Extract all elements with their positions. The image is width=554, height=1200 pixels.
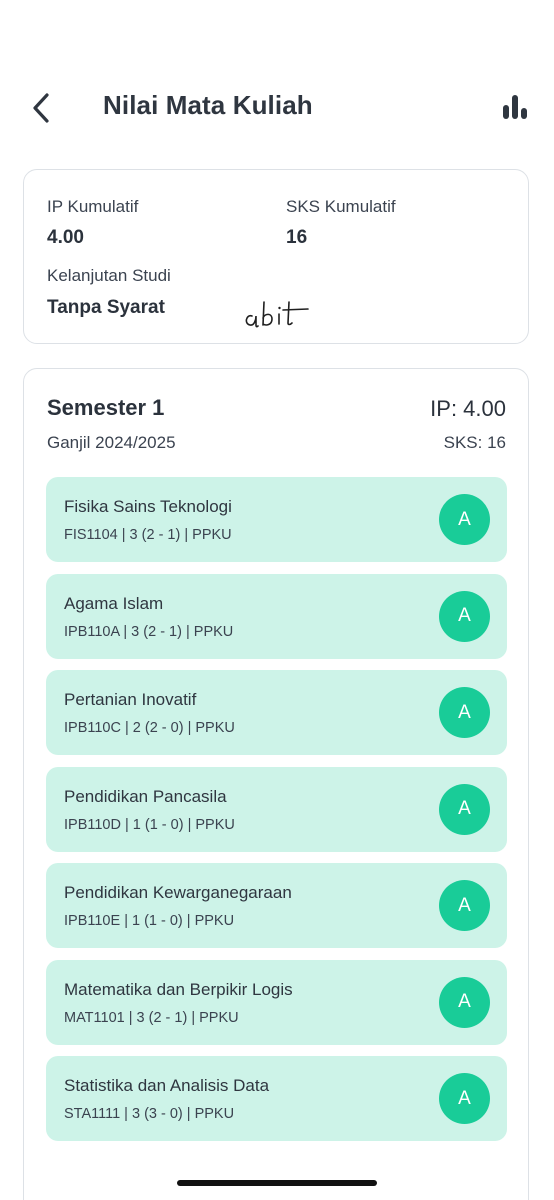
course-item[interactable]: Agama Islam IPB110A | 3 (2 - 1) | PPKU A [46,573,507,659]
course-meta: IPB110C | 2 (2 - 0) | PPKU [64,720,235,736]
bar-chart-icon [503,95,527,119]
course-meta: STA1111 | 3 (3 - 0) | PPKU [64,1106,235,1122]
semester-title: Semester 1 [47,395,165,420]
app-header: Nilai Mata Kuliah [0,76,554,140]
course-name: Pendidikan Kewarganegaraan [64,883,292,902]
semester-card: Semester 1 Ganjil 2024/2025 IP: 4.00 SKS… [23,368,529,1200]
study-status-value: Tanpa Syarat [47,297,165,318]
grade-badge: A [439,880,490,931]
ip-cumulative-label: IP Kumulatif [47,197,139,216]
course-name: Pertanian Inovatif [64,690,197,709]
course-meta: IPB110D | 1 (1 - 0) | PPKU [64,816,235,833]
grade-badge: A [439,494,490,545]
handwritten-annotation [245,301,309,328]
back-button[interactable] [24,88,58,128]
course-item[interactable]: Matematika dan Berpikir Logis MAT1101 | … [46,959,507,1045]
grade-badge: A [439,687,490,738]
grade-badge: A [439,976,490,1028]
grades-screen: Nilai Mata Kuliah IP Kumulatif 4.00 SKS … [0,0,554,1200]
course-name: Pendidikan Pancasila [64,786,227,806]
ip-cumulative-value: 4.00 [47,227,84,248]
course-name: Statistika dan Analisis Data [64,1076,270,1095]
sks-cumulative-value: 16 [286,227,308,248]
course-meta: IPB110A | 3 (2 - 1) | PPKU [64,623,234,640]
grade-badge: A [439,1073,490,1124]
course-item[interactable]: Statistika dan Analisis Data STA1111 | 3… [46,1056,507,1141]
statistics-button[interactable] [500,92,530,122]
page-title: Nilai Mata Kuliah [103,90,313,120]
semester-ip: IP: 4.00 [430,396,506,421]
course-meta: IPB110E | 1 (1 - 0) | PPKU [64,913,235,929]
course-meta: MAT1101 | 3 (2 - 1) | PPKU [64,1009,239,1026]
semester-sks: SKS: 16 [443,433,506,452]
cumulative-summary-card: IP Kumulatif 4.00 SKS Kumulatif 16 Kelan… [23,169,529,344]
sks-cumulative-label: SKS Kumulatif [286,197,396,216]
grade-badge: A [439,590,490,642]
course-name: Agama Islam [64,593,164,613]
course-item[interactable]: Pertanian Inovatif IPB110C | 2 (2 - 0) |… [46,670,507,755]
course-item[interactable]: Pendidikan Kewarganegaraan IPB110E | 1 (… [46,863,507,948]
course-item[interactable]: Fisika Sains Teknologi FIS1104 | 3 (2 - … [46,477,507,562]
chevron-left-icon [33,93,49,123]
grade-badge: A [439,783,490,835]
semester-period: Ganjil 2024/2025 [47,433,176,452]
course-item[interactable]: Pendidikan Pancasila IPB110D | 1 (1 - 0)… [46,766,507,852]
study-status-label: Kelanjutan Studi [47,266,171,285]
course-name: Fisika Sains Teknologi [64,497,232,516]
course-meta: FIS1104 | 3 (2 - 1) | PPKU [64,527,232,543]
home-indicator[interactable] [177,1180,377,1186]
course-name: Matematika dan Berpikir Logis [64,979,293,999]
course-list: Fisika Sains Teknologi FIS1104 | 3 (2 - … [46,477,507,1153]
